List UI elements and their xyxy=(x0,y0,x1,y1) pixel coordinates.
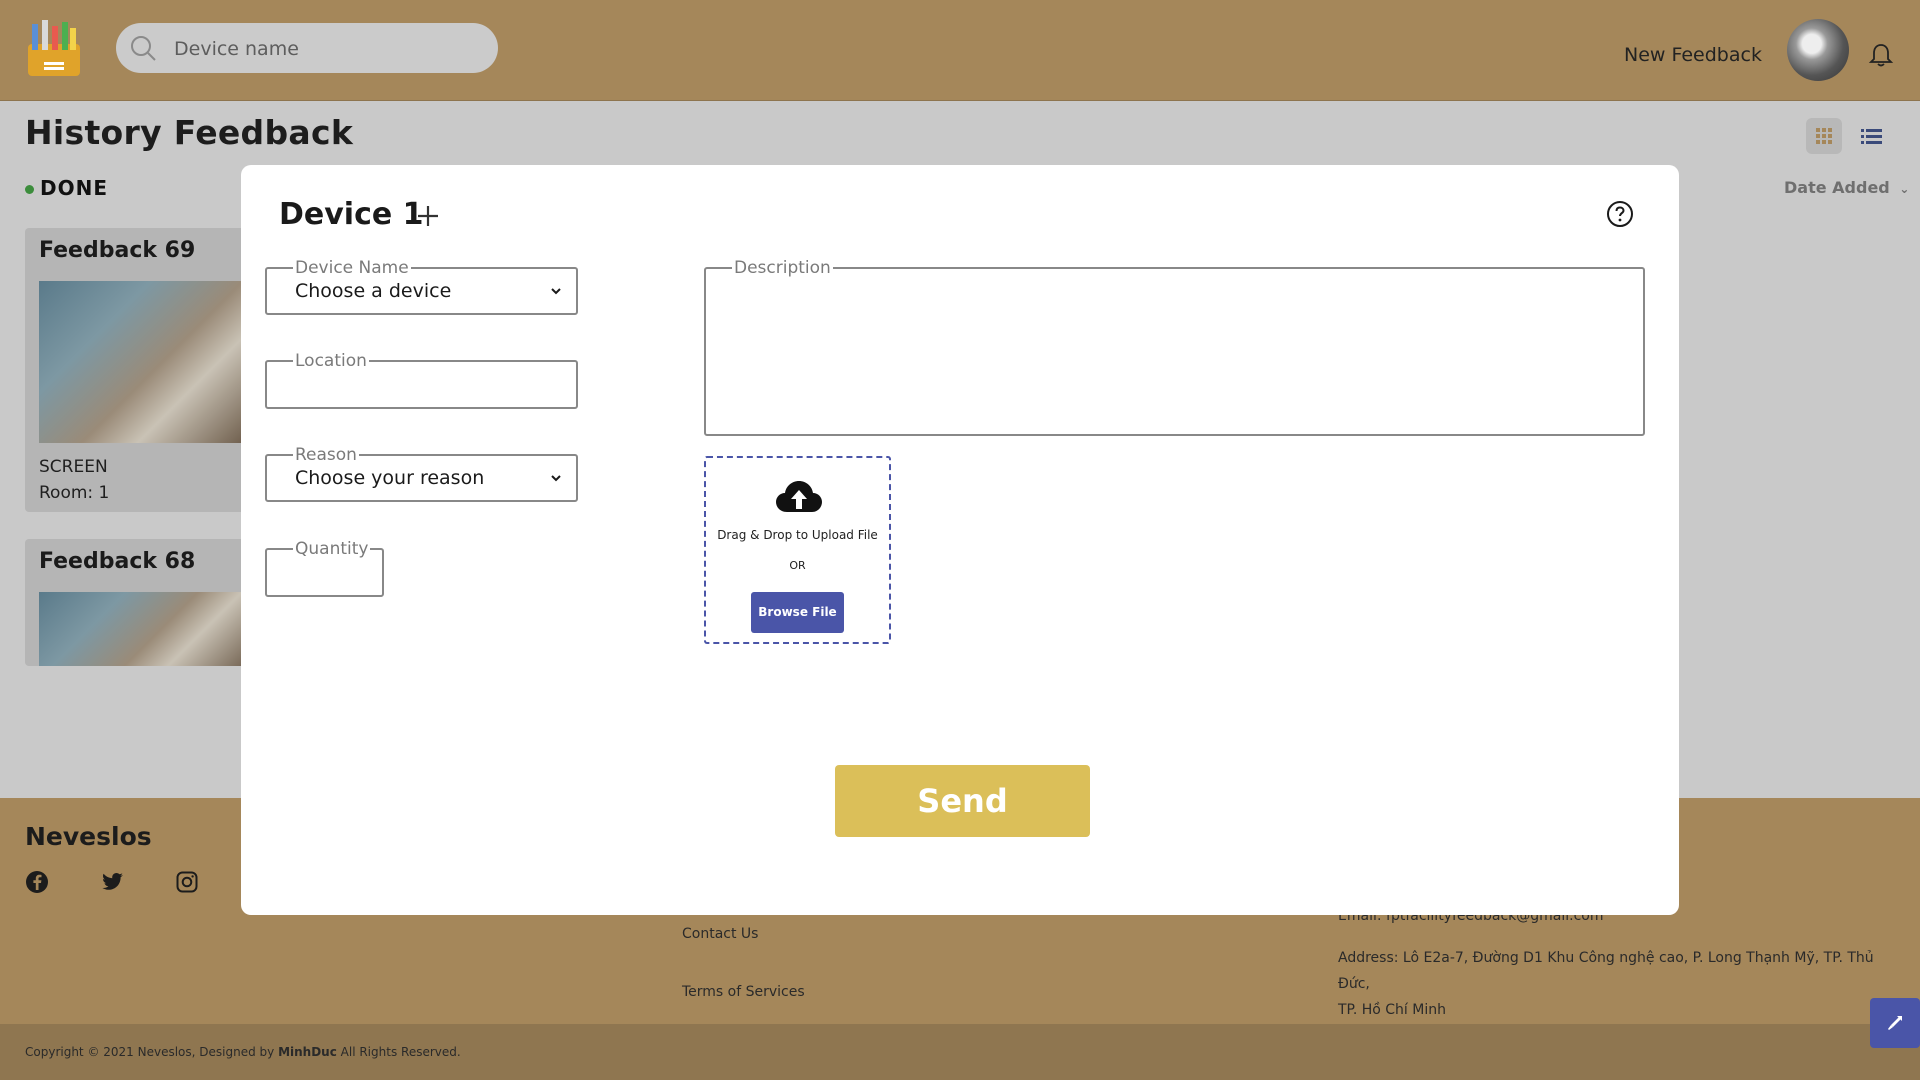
bell-icon[interactable] xyxy=(1868,42,1894,68)
footer-link-contact[interactable]: Contact Us xyxy=(682,926,758,942)
reason-select[interactable]: Choose your reason xyxy=(279,461,564,495)
status-text: DONE xyxy=(40,176,109,200)
instagram-icon[interactable] xyxy=(175,870,199,894)
sort-dropdown[interactable]: Date Added ⌄ xyxy=(1784,178,1909,197)
top-header: New Feedback xyxy=(0,0,1920,101)
feedback-modal: Device 1 Device Name Choose a device Loc… xyxy=(241,165,1679,915)
feedback-card[interactable]: Feedback 69 SCREEN Room: 1 xyxy=(25,228,245,512)
rocket-icon xyxy=(1888,1016,1902,1030)
card-image xyxy=(39,281,245,443)
card-room: Room: 1 xyxy=(39,483,110,503)
footer-brand: Neveslos xyxy=(25,822,152,851)
send-button[interactable]: Send xyxy=(835,765,1090,837)
device-name-field: Device Name Choose a device xyxy=(265,258,578,315)
device-name-select[interactable]: Choose a device xyxy=(279,274,564,308)
card-title: Feedback 68 xyxy=(39,549,196,574)
footer-address-line: Address: Lô E2a-7, Đường D1 Khu Công ngh… xyxy=(1338,950,1874,992)
modal-title: Device 1 xyxy=(279,197,424,232)
feedback-card[interactable]: Feedback 68 xyxy=(25,539,245,666)
status-label: DONE xyxy=(25,176,108,200)
status-dot-icon xyxy=(25,185,34,194)
quantity-field: Quantity xyxy=(265,539,385,597)
sort-label: Date Added xyxy=(1784,178,1890,197)
search-icon xyxy=(131,36,156,61)
search-input[interactable] xyxy=(172,31,476,67)
avatar[interactable] xyxy=(1787,19,1849,81)
quantity-input[interactable] xyxy=(279,559,375,597)
upload-or: OR xyxy=(789,559,806,572)
copyright-prefix: Copyright © 2021 Neveslos, Designed by xyxy=(25,1045,275,1059)
browse-file-button[interactable]: Browse File xyxy=(751,592,844,633)
chevron-down-icon: ⌄ xyxy=(1899,182,1910,196)
card-image xyxy=(39,592,245,666)
upload-instruction: Drag & Drop to Upload File xyxy=(717,528,878,542)
location-label: Location xyxy=(295,351,367,371)
twitter-icon[interactable] xyxy=(100,870,124,894)
search-bar[interactable] xyxy=(116,23,498,73)
description-field: Description xyxy=(704,258,1645,436)
app-logo-icon[interactable] xyxy=(24,18,84,78)
footer-link-terms[interactable]: Terms of Services xyxy=(682,984,805,1000)
location-input[interactable] xyxy=(279,371,568,409)
footer-address-line: TP. Hồ Chí Minh xyxy=(1338,1002,1446,1018)
location-field: Location xyxy=(265,351,578,409)
copyright-suffix: All Rights Reserved. xyxy=(340,1045,461,1059)
reason-field: Reason Choose your reason xyxy=(265,445,578,502)
grid-icon xyxy=(1816,128,1832,144)
help-icon[interactable] xyxy=(1605,199,1635,229)
grid-view-button[interactable] xyxy=(1806,118,1842,154)
file-dropzone[interactable]: Drag & Drop to Upload File OR Browse Fil… xyxy=(704,456,891,644)
copyright-text: Copyright © 2021 Neveslos, Designed by M… xyxy=(25,1045,461,1059)
facebook-icon[interactable] xyxy=(25,870,49,894)
copyright-author-link[interactable]: MinhDuc xyxy=(278,1045,337,1059)
scroll-top-button[interactable] xyxy=(1870,998,1920,1048)
page-title: History Feedback xyxy=(25,113,354,152)
cloud-upload-icon xyxy=(776,481,822,512)
list-icon xyxy=(1861,129,1882,144)
quantity-label: Quantity xyxy=(295,539,369,559)
card-device: SCREEN xyxy=(39,457,108,477)
footer-address: Address: Lô E2a-7, Đường D1 Khu Công ngh… xyxy=(1338,945,1898,1023)
card-title: Feedback 69 xyxy=(39,238,196,263)
new-feedback-link[interactable]: New Feedback xyxy=(1624,44,1762,66)
plus-icon[interactable] xyxy=(413,201,443,231)
description-textarea[interactable] xyxy=(718,278,1635,422)
list-view-button[interactable] xyxy=(1853,118,1889,154)
description-label: Description xyxy=(734,258,831,278)
